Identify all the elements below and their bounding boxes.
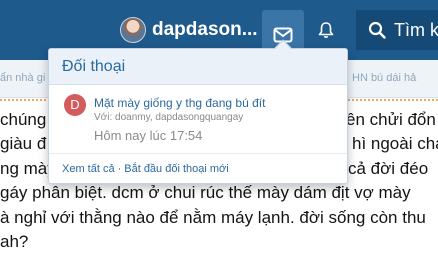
post-line: ah? (0, 232, 29, 251)
popup-title[interactable]: Đối thoại (62, 58, 125, 76)
conversation-time: Hôm nay lúc 17:54 (94, 128, 203, 143)
user-menu-button[interactable]: dapdason... (112, 10, 262, 50)
avatar (120, 17, 146, 43)
search-label: Tìm k (394, 19, 438, 40)
search-button[interactable]: Tìm k (356, 10, 438, 50)
page: ẩn nhà gi HN bú dái hả chúng ên chửi đổn… (0, 0, 438, 255)
breadcrumb-left[interactable]: ẩn nhà gi (0, 72, 45, 84)
bell-icon (318, 22, 334, 38)
search-icon (368, 21, 386, 39)
post-line: à nghỉ với thằng nào để nằm máy lạnh. đờ… (0, 208, 426, 227)
post-line: chúng (0, 110, 47, 129)
username: dapdason... (152, 19, 258, 40)
breadcrumb-right[interactable]: HN bú dái hả (352, 72, 416, 84)
conversations-popup: Đối thoại D Mặt mày giống y thg đang bú … (48, 39, 348, 184)
footer-separator: · (117, 162, 122, 175)
view-all-link[interactable]: Xem tất cả (62, 163, 115, 175)
conversation-avatar[interactable]: D (64, 94, 86, 116)
post-line: giàu đ (0, 134, 47, 153)
post-line: gáy phân biệt. dcm ở chui rúc thế mày dá… (0, 183, 411, 202)
post-line-fragment: hì ngoài cha (352, 134, 438, 153)
post-line-fragment: cả đời đéo (348, 159, 429, 178)
conversation-item[interactable]: D Mặt mày giống y thg đang bú đít Với: d… (49, 87, 347, 151)
conversation-title[interactable]: Mặt mày giống y thg đang bú đít (94, 96, 265, 110)
popup-footer: Xem tất cả · Bắt đầu đối thoại mới (49, 153, 347, 183)
conversation-participants: Với: doanmy, dapdasongquangay (94, 112, 244, 123)
start-conversation-link[interactable]: Bắt đầu đối thoại mới (124, 163, 228, 175)
alerts-button[interactable] (305, 10, 347, 50)
post-line-fragment: ên chửi đổn (346, 110, 436, 129)
popup-header: Đối thoại (49, 49, 347, 85)
